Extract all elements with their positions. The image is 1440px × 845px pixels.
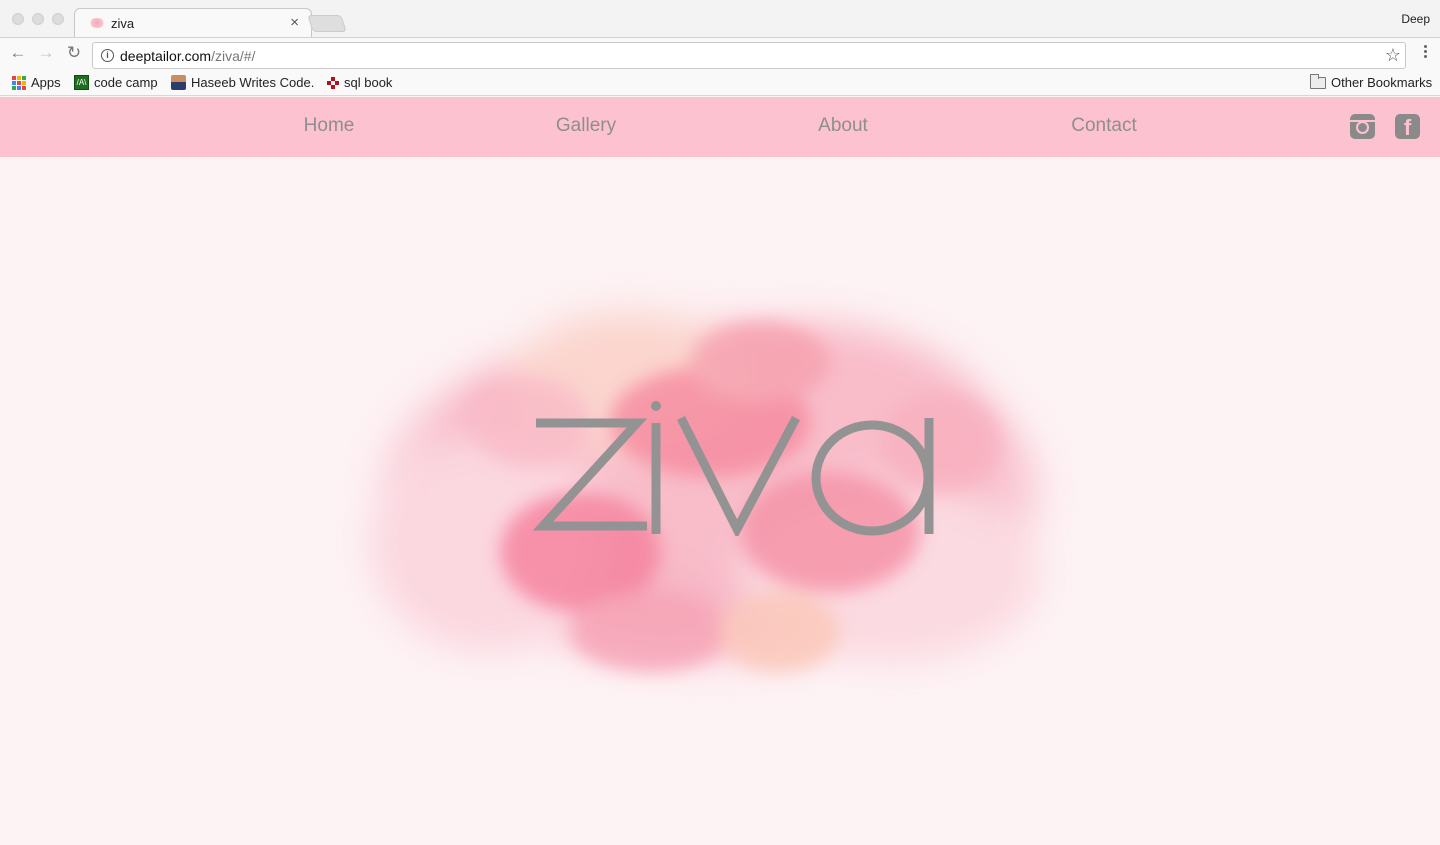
profile-name[interactable]: Deep (1401, 12, 1430, 26)
browser-toolbar: ← → ↻ i deeptailor.com/ziva/#/ ☆ (0, 37, 1440, 70)
sql-book-icon (327, 76, 339, 89)
ziva-logo (532, 401, 934, 536)
close-window-icon[interactable] (12, 13, 24, 25)
code-camp-icon: /A\ (74, 75, 89, 90)
folder-icon (1310, 73, 1326, 89)
bookmark-apps[interactable]: Apps (12, 75, 61, 90)
avatar-icon (171, 75, 186, 90)
bookmarks-bar: Apps /A\ code camp Haseeb Writes Code. s… (0, 70, 1440, 96)
bookmark-code-camp[interactable]: /A\ code camp (74, 75, 158, 90)
url-text[interactable]: deeptailor.com/ziva/#/ (120, 48, 255, 64)
tab-title: ziva (111, 16, 135, 31)
facebook-icon[interactable]: f (1395, 114, 1420, 140)
site-navbar: Home Gallery About Contact f (0, 97, 1440, 157)
other-bookmarks[interactable]: Other Bookmarks (1310, 73, 1433, 90)
new-tab-button[interactable] (307, 15, 347, 32)
back-arrow-icon[interactable]: ← (8, 43, 28, 63)
bookmark-label: code camp (94, 75, 158, 90)
browser-titlebar: ziva × Deep (0, 0, 1440, 38)
minimize-window-icon[interactable] (32, 13, 44, 25)
address-bar[interactable]: i deeptailor.com/ziva/#/ ☆ (92, 42, 1406, 69)
browser-tab[interactable]: ziva × (74, 8, 312, 38)
forward-arrow-icon[interactable]: → (36, 43, 56, 63)
nav-contact[interactable]: Contact (1071, 115, 1136, 137)
browser-menu-icon[interactable] (1424, 45, 1428, 61)
info-icon[interactable]: i (101, 49, 114, 62)
tab-close-icon[interactable]: × (290, 14, 299, 31)
apps-grid-icon (12, 75, 26, 90)
nav-home[interactable]: Home (304, 115, 355, 137)
maximize-window-icon[interactable] (52, 13, 64, 25)
bookmark-star-icon[interactable]: ☆ (1385, 45, 1401, 66)
instagram-icon[interactable] (1350, 114, 1375, 139)
bookmark-label: Apps (31, 75, 61, 90)
other-bookmarks-label: Other Bookmarks (1331, 75, 1433, 90)
url-host: deeptailor.com (120, 48, 212, 64)
bookmark-sql-book[interactable]: sql book (327, 75, 392, 90)
tab-favicon-icon (89, 18, 105, 28)
nav-about[interactable]: About (818, 115, 868, 137)
bookmark-label: sql book (344, 75, 393, 90)
bookmark-haseeb[interactable]: Haseeb Writes Code. (171, 75, 314, 90)
bookmark-label: Haseeb Writes Code. (191, 75, 315, 90)
url-path: /ziva/#/ (211, 48, 256, 64)
nav-gallery[interactable]: Gallery (556, 115, 616, 137)
reload-icon[interactable]: ↻ (64, 43, 84, 63)
